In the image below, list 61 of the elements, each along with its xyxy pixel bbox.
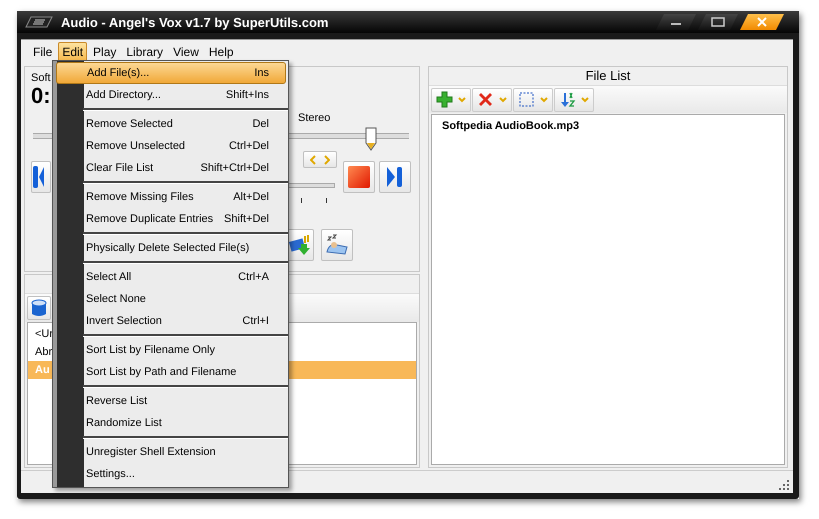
menu-option[interactable]: Sort List by Filename Only <box>83 339 286 361</box>
close-icon <box>757 17 767 27</box>
menu-option[interactable]: Remove Missing Files Alt+Del <box>83 186 286 208</box>
library-button[interactable] <box>27 296 51 320</box>
window-menu-icon[interactable] <box>25 16 53 28</box>
menu-option[interactable]: Add Directory... Shift+Ins <box>83 84 286 106</box>
menu-option[interactable]: Settings... <box>83 463 286 485</box>
remove-files-button[interactable] <box>472 88 512 112</box>
channel-mode: Stereo <box>298 112 330 124</box>
database-icon <box>31 299 47 317</box>
menu-item[interactable]: Library <box>122 42 168 62</box>
window-title: Audio - Angel's Vox v1.7 by SuperUtils.com <box>61 14 328 30</box>
add-files-button[interactable] <box>431 88 471 112</box>
menu-option[interactable]: Add File(s)... Ins <box>56 62 286 84</box>
sort-icon <box>559 91 576 108</box>
menu-option[interactable]: Randomize List <box>83 412 286 434</box>
menu-option[interactable]: Unregister Shell Extension <box>83 441 286 463</box>
stop-button[interactable] <box>343 161 375 193</box>
selection-icon <box>518 91 535 108</box>
caret-icon <box>540 96 548 102</box>
select-button[interactable] <box>513 88 553 112</box>
menu-item[interactable]: Edit <box>58 42 88 62</box>
sleep-icon <box>325 234 349 256</box>
menu-option[interactable]: Clear File List Shift+Ctrl+Del <box>83 157 286 179</box>
track-title: Soft <box>31 72 51 84</box>
menu-option[interactable]: Sort List by Path and Filename <box>83 361 286 383</box>
caret-icon <box>499 96 507 102</box>
track-entry[interactable]: Softpedia AudioBook.mp3 <box>442 120 784 132</box>
caret-icon <box>458 96 466 102</box>
sleep-button[interactable] <box>321 229 353 261</box>
maximize-button[interactable] <box>698 14 738 30</box>
download-icon <box>289 234 311 256</box>
close-button[interactable] <box>740 14 784 30</box>
next-track-icon <box>385 166 405 188</box>
minimize-button[interactable] <box>656 14 696 30</box>
add-icon <box>436 91 453 108</box>
menu-item[interactable]: File <box>29 42 56 62</box>
delete-icon <box>477 91 494 108</box>
menu-item[interactable]: Play <box>89 42 120 62</box>
previous-track-icon <box>32 164 44 190</box>
resize-grip-icon <box>779 480 789 490</box>
menu-option[interactable]: Remove Selected Del <box>83 113 286 135</box>
menu-option[interactable]: Remove Unselected Ctrl+Del <box>83 135 286 157</box>
sort-button[interactable] <box>554 88 594 112</box>
menu-option[interactable]: Invert Selection Ctrl+I <box>83 310 286 332</box>
menu-item[interactable]: Help <box>204 42 238 62</box>
previous-button[interactable] <box>31 161 51 193</box>
menu-item[interactable]: View <box>169 42 203 62</box>
left-right-arrows-icon <box>310 154 330 164</box>
menu-option[interactable]: Select All Ctrl+A <box>83 266 286 288</box>
time-display: 0: <box>31 84 51 108</box>
menu-option[interactable]: Reverse List <box>83 390 286 412</box>
panel-title: File List <box>586 68 630 83</box>
menu-option[interactable]: Select None <box>83 288 286 310</box>
slider-thumb[interactable] <box>365 127 378 151</box>
caret-icon <box>581 96 589 102</box>
next-button[interactable] <box>379 161 411 193</box>
menu-option[interactable]: Remove Duplicate Entries Shift+Del <box>83 208 286 230</box>
menu-option[interactable]: Physically Delete Selected File(s) <box>83 237 286 259</box>
stop-icon <box>348 166 370 188</box>
maximize-icon <box>711 17 725 27</box>
